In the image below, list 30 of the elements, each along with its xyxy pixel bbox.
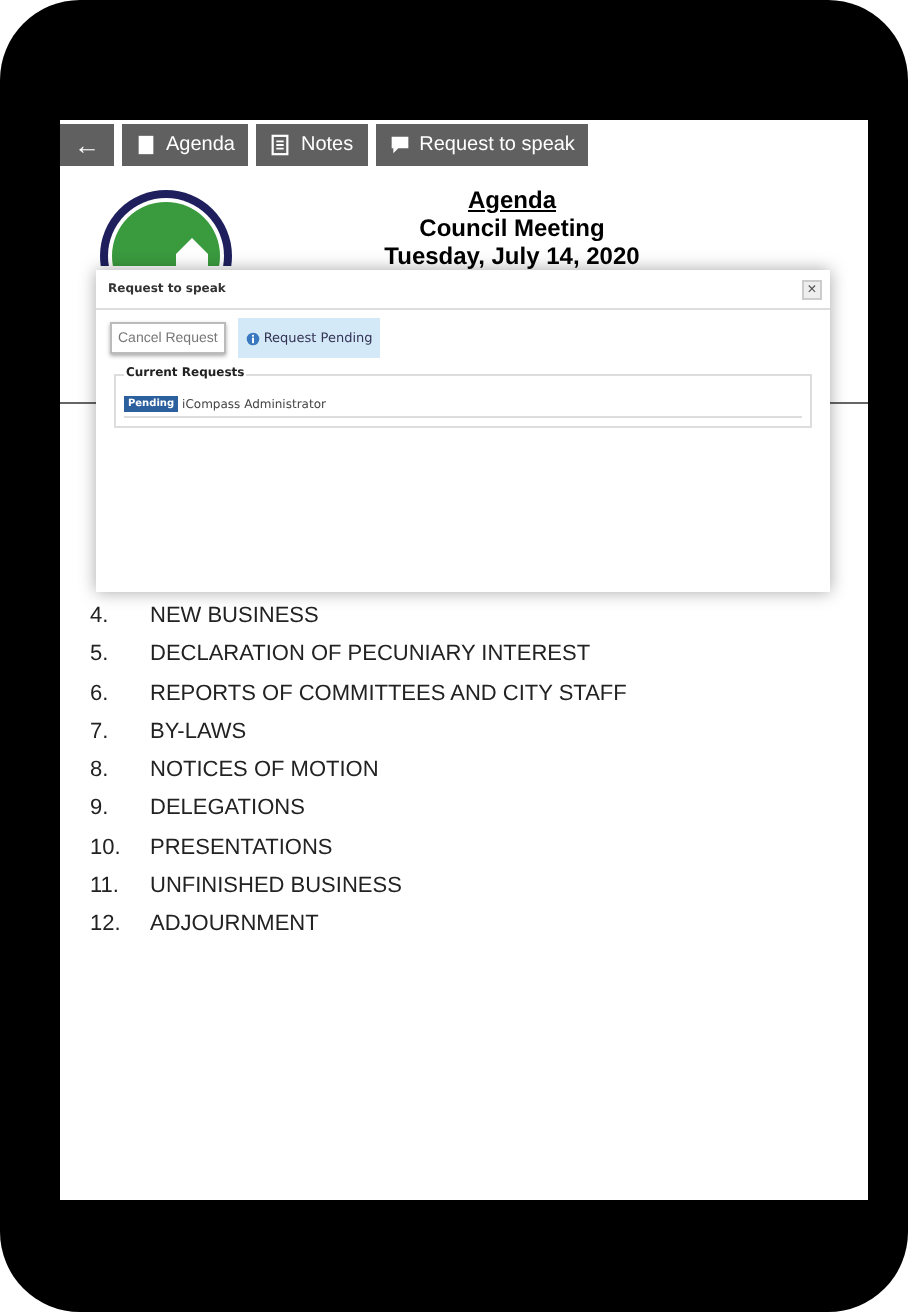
agenda-item[interactable]: PRESENTATIONS [150, 835, 333, 865]
agenda-item[interactable]: ADJOURNMENT [150, 912, 319, 942]
item-number: 6. [90, 681, 111, 710]
agenda-item[interactable]: BY-LAWS [150, 719, 247, 749]
toolbar-button[interactable]: Notes [256, 124, 368, 166]
toolbar-button[interactable]: ← [60, 124, 114, 166]
agenda-item[interactable]: DELEGATIONS [150, 796, 305, 826]
item-number: 7. [90, 719, 111, 748]
close-button[interactable]: × [802, 279, 822, 299]
agenda-item[interactable]: DECLARATION OF PECUNIARY INTEREST [150, 642, 591, 672]
agenda-title: Agenda [467, 186, 556, 214]
toolbar-button[interactable]: Request to speak [375, 124, 589, 166]
item-number: 8. [90, 758, 111, 787]
meeting-title: Council Meeting [419, 214, 605, 242]
speech-bubble-icon [389, 134, 410, 156]
item-number: 9. [90, 796, 111, 825]
item-number: 5. [90, 642, 111, 671]
notes-icon [270, 134, 291, 156]
agenda-item[interactable]: REPORTS OF COMMITTEES AND CITY STAFF [150, 681, 627, 710]
document-icon [136, 134, 156, 156]
meeting-date: Tuesday, July 14, 2020 [384, 242, 640, 270]
agenda-item[interactable]: NEW BUSINESS [150, 604, 319, 633]
toolbar-button[interactable]: Agenda [122, 124, 249, 166]
item-number: 12. [90, 912, 123, 941]
info-icon [245, 331, 260, 345]
agenda-item[interactable]: NOTICES OF MOTION [150, 758, 379, 787]
item-number: 10. [90, 835, 123, 864]
item-number: 4. [90, 604, 111, 632]
item-number: 11. [90, 874, 121, 903]
agenda-item[interactable]: UNFINISHED BUSINESS [150, 874, 402, 903]
